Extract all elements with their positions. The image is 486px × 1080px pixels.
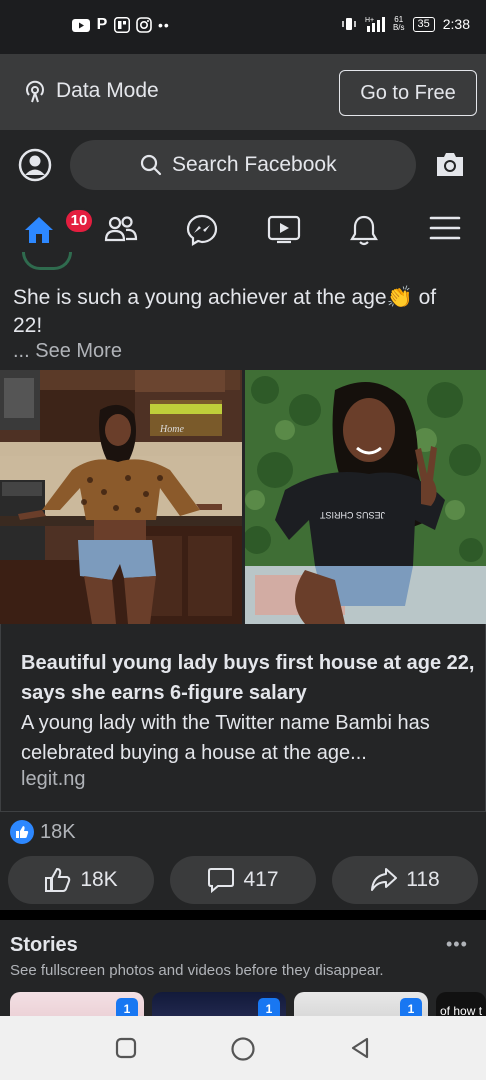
post-photo-kitchen[interactable]: Home (0, 370, 242, 624)
signal-icon: H+ (365, 17, 385, 32)
like-button[interactable]: 18K (8, 856, 154, 904)
data-mode-indicator: Data Mode (22, 78, 159, 104)
kitchen-photo-illustration: Home (0, 370, 242, 624)
broadcast-icon (26, 80, 44, 103)
network-speed-unit: B/s (392, 23, 405, 32)
svg-text:H+: H+ (365, 17, 374, 24)
tab-watch[interactable] (267, 214, 301, 248)
comment-count: 417 (243, 868, 279, 891)
youtube-icon (72, 18, 90, 32)
search-icon (140, 154, 162, 176)
post-text-line-1: She is such a young achiever at the age👏… (13, 286, 437, 309)
comment-icon (208, 868, 235, 893)
story-count-badge: 1 (258, 998, 280, 1016)
post-photo-selfie[interactable]: JESUS CHRIST (245, 370, 486, 624)
story-caption: of how t (440, 1004, 483, 1016)
story-card[interactable]: 1 (152, 992, 286, 1016)
notification-badge: 10 (64, 208, 94, 234)
stories-more-icon[interactable]: ••• (446, 934, 468, 955)
link-domain: legit.ng (21, 768, 86, 790)
battery-indicator: 35 (412, 16, 435, 32)
stories-subtitle: See fullscreen photos and videos before … (10, 962, 384, 979)
story-card[interactable]: of how t (436, 992, 486, 1016)
more-notifications-icon: •• (158, 17, 170, 33)
reaction-summary[interactable]: 18K (10, 820, 76, 844)
stories-title: Stories (10, 934, 78, 956)
thumbs-up-icon (45, 867, 71, 892)
data-mode-label: Data Mode (56, 79, 159, 102)
home-icon (25, 217, 53, 243)
watch-icon (267, 215, 301, 244)
link-preview-card[interactable]: Beautiful young lady buys first house at… (0, 624, 486, 812)
home-button-icon[interactable] (230, 1036, 256, 1062)
kitchen-sign: Home (159, 424, 184, 435)
go-to-free-button[interactable]: Go to Free (339, 70, 477, 116)
selfie-photo-illustration: JESUS CHRIST (245, 370, 486, 624)
link-title: Beautiful young lady buys first house at… (21, 652, 475, 704)
messenger-icon (186, 214, 218, 246)
camera-icon[interactable] (434, 150, 466, 178)
like-count: 18K (80, 868, 118, 891)
story-count-badge: 1 (116, 998, 138, 1016)
link-description: A young lady with the Twitter name Bambi… (21, 712, 430, 764)
search-placeholder: Search Facebook (172, 153, 337, 176)
pinterest-icon: P (96, 16, 108, 33)
search-bar[interactable]: Search Facebook (70, 140, 416, 190)
feed-divider (0, 910, 486, 920)
comment-button[interactable]: 417 (170, 856, 316, 904)
status-bar: P •• H+ 61 B/s 35 2:38 (0, 0, 486, 54)
notifications-icon (350, 215, 378, 246)
story-count-badge: 1 (400, 998, 422, 1016)
vibrate-icon (342, 18, 356, 30)
post-text-line-2: 22! (13, 314, 43, 337)
share-icon (371, 868, 398, 891)
facebook-header: Search Facebook 10 (0, 130, 486, 262)
profile-icon[interactable] (18, 148, 52, 182)
avatar[interactable] (22, 252, 72, 270)
data-mode-bar: Data Mode Go to Free (0, 54, 486, 130)
like-reaction-icon (10, 820, 34, 844)
status-notification-icons: P •• (72, 17, 170, 33)
see-more-link[interactable]: ... See More (13, 340, 122, 363)
network-speed: 61 B/s (393, 16, 405, 32)
story-card[interactable]: 1 (294, 992, 428, 1016)
share-button[interactable]: 118 (332, 856, 478, 904)
share-count: 118 (406, 868, 440, 891)
tab-menu[interactable] (429, 214, 463, 248)
back-icon[interactable] (348, 1036, 372, 1060)
post-text: She is such a young achiever at the age👏… (13, 284, 473, 340)
tab-messenger[interactable] (186, 214, 220, 248)
shirt-text: JESUS CHRIST (319, 510, 385, 520)
tab-notifications[interactable] (349, 214, 383, 248)
recent-apps-icon[interactable] (114, 1036, 138, 1060)
instagram-icon (136, 17, 152, 33)
story-card[interactable]: 1 (10, 992, 144, 1016)
friends-icon (104, 216, 138, 242)
nav-tabs: 10 (0, 206, 486, 262)
tab-friends[interactable] (104, 214, 138, 248)
news-app-icon (114, 17, 130, 33)
feed-post: She is such a young achiever at the age👏… (0, 252, 486, 910)
menu-icon (429, 216, 461, 240)
stories-section: Stories See fullscreen photos and videos… (0, 920, 486, 1016)
android-navigation-bar (0, 1016, 486, 1080)
status-system-icons: H+ 61 B/s 35 2:38 (341, 16, 470, 32)
status-time: 2:38 (442, 16, 470, 32)
reaction-count: 18K (40, 820, 76, 843)
tab-home[interactable]: 10 (23, 208, 94, 248)
